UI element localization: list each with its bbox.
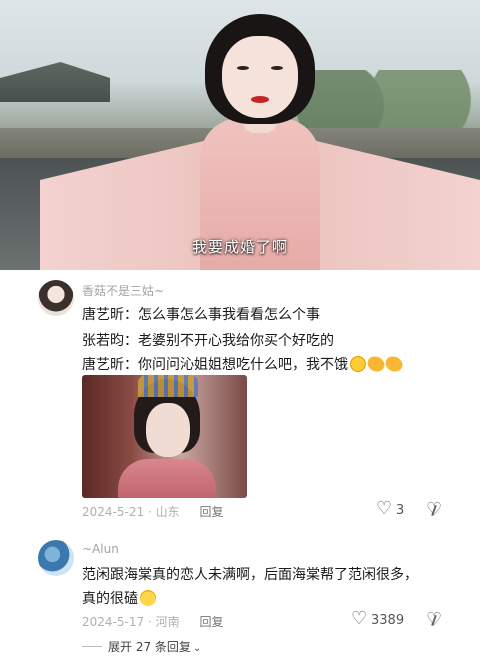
comment-line: 真的很磕 bbox=[82, 588, 156, 608]
video-subtitle: 我要成婚了啊 bbox=[191, 238, 288, 256]
like-button[interactable]: 3389 bbox=[351, 608, 405, 629]
avatar[interactable] bbox=[38, 540, 74, 576]
comment-meta: 2024-5-17 · 河南 回复 bbox=[82, 613, 223, 630]
comment-line: 范闲跟海棠真的恋人未满啊，后面海棠帮了范闲很多， bbox=[82, 564, 418, 584]
expand-replies-label: 展开 27 条回复 bbox=[108, 640, 191, 654]
chevron-down-icon: ⌄ bbox=[192, 643, 202, 654]
image-dress bbox=[118, 459, 216, 498]
like-count: 3 bbox=[396, 503, 405, 518]
face bbox=[222, 36, 298, 118]
hand-emoji-icon bbox=[365, 353, 387, 375]
comment-username[interactable]: 香菇不是三姑~ bbox=[82, 282, 164, 299]
like-button[interactable]: 3 bbox=[376, 498, 405, 519]
comment-line-text: 范闲跟海棠真的恋人未满啊，后面海棠帮了范闲很多， bbox=[82, 567, 418, 583]
comment-line-text: 唐艺昕：怎么事怎么事我看看怎么个事 bbox=[82, 307, 320, 323]
image-headdress bbox=[138, 375, 198, 397]
image-face bbox=[146, 403, 190, 457]
expand-replies-button[interactable]: 展开 27 条回复 ⌄ bbox=[82, 638, 201, 655]
reply-button[interactable]: 回复 bbox=[199, 615, 223, 629]
comment-line-text: 唐艺昕：你问问沁姐姐想吃什么吧，我不饿 bbox=[82, 357, 348, 373]
divider-dash bbox=[82, 646, 102, 647]
comment-date: 2024-5-21 bbox=[82, 505, 145, 519]
blush-emoji-icon bbox=[140, 590, 156, 606]
comment-line: 张若昀：老婆别不开心我给你买个好吃的 bbox=[82, 330, 334, 350]
comment-location-sep: · bbox=[147, 615, 152, 629]
comment-line: 唐艺昕：你问问沁姐姐想吃什么吧，我不饿 bbox=[82, 353, 405, 375]
right-eye bbox=[271, 66, 283, 70]
hand-emoji-icon bbox=[383, 353, 405, 375]
heart-icon bbox=[351, 608, 368, 629]
smile-emoji-icon bbox=[350, 356, 366, 372]
comment-line-text: 真的很磕 bbox=[82, 591, 138, 607]
video-frame[interactable]: 我要成婚了啊 bbox=[0, 0, 480, 270]
left-eye bbox=[237, 66, 249, 70]
comment-location: 山东 bbox=[155, 505, 180, 519]
dislike-icon[interactable] bbox=[426, 609, 442, 630]
heart-icon bbox=[376, 498, 393, 519]
comment-location-sep: · bbox=[147, 505, 152, 519]
dislike-icon[interactable] bbox=[426, 499, 442, 520]
like-count: 3389 bbox=[371, 613, 405, 628]
comment-location: 河南 bbox=[155, 615, 180, 629]
avatar[interactable] bbox=[38, 280, 74, 316]
comment-line: 唐艺昕：怎么事怎么事我看看怎么个事 bbox=[82, 304, 320, 324]
actress-figure bbox=[40, 8, 480, 270]
comment-line-text: 张若昀：老婆别不开心我给你买个好吃的 bbox=[82, 333, 334, 349]
comment-date: 2024-5-17 bbox=[82, 615, 145, 629]
comment-image[interactable] bbox=[82, 375, 247, 498]
comment-username[interactable]: ~Alun bbox=[82, 542, 119, 556]
comment-meta: 2024-5-21 · 山东 回复 bbox=[82, 503, 223, 520]
reply-button[interactable]: 回复 bbox=[199, 505, 223, 519]
lips bbox=[251, 96, 269, 103]
